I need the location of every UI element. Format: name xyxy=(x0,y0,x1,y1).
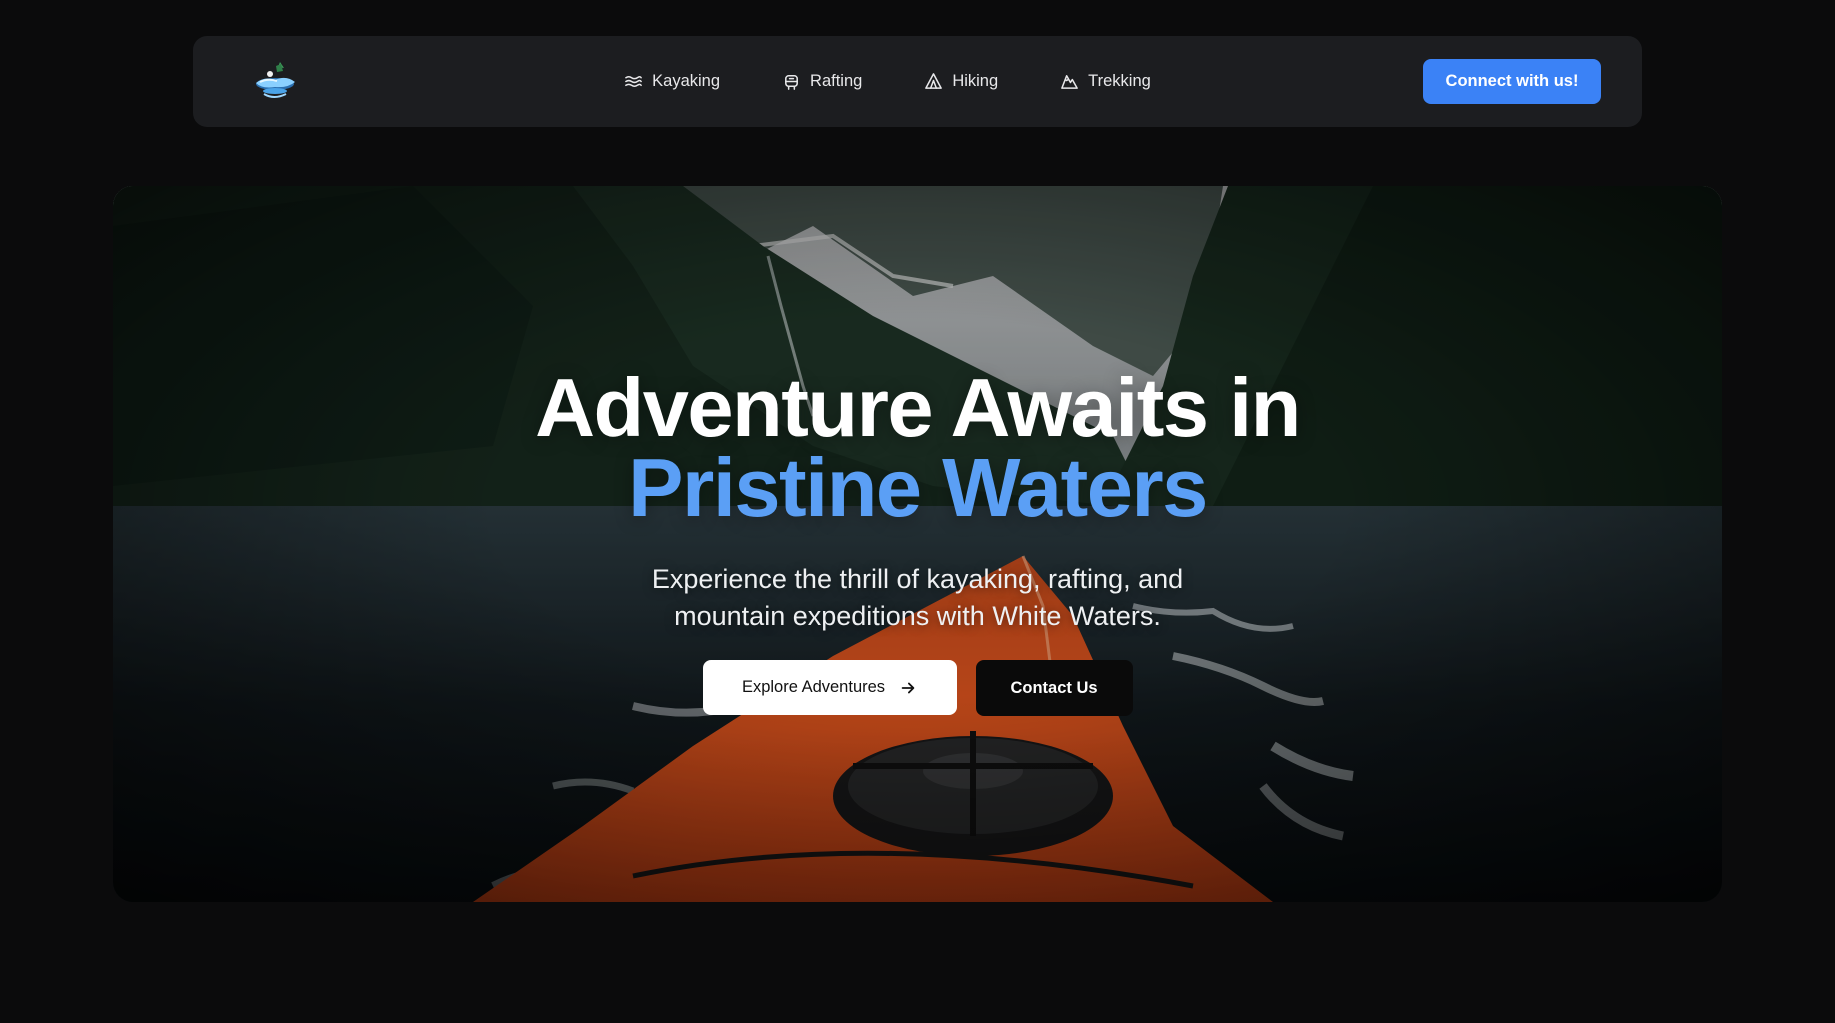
explore-adventures-button[interactable]: Explore Adventures xyxy=(702,660,957,715)
connect-with-us-button[interactable]: Connect with us! xyxy=(1423,59,1601,104)
hero-content: Adventure Awaits in Pristine Waters Expe… xyxy=(113,186,1722,902)
nav-item-hiking[interactable]: Hiking xyxy=(924,72,998,91)
hero-headline: Adventure Awaits in Pristine Waters xyxy=(113,361,1722,534)
hero-section: Adventure Awaits in Pristine Waters Expe… xyxy=(113,186,1722,902)
nav-item-rafting[interactable]: Rafting xyxy=(782,72,862,91)
explore-adventures-label: Explore Adventures xyxy=(741,678,886,696)
nav-item-label: Trekking xyxy=(1088,72,1151,90)
headline-line-2: Pristine Waters xyxy=(628,441,1208,534)
contact-us-button[interactable]: Contact Us xyxy=(975,660,1133,716)
nav-item-kayaking[interactable]: Kayaking xyxy=(624,72,720,91)
top-navbar: Kayaking Rafting Hiking Trekking Connect… xyxy=(193,36,1642,127)
headline-line-1: Adventure Awaits in xyxy=(535,361,1301,454)
hero-subtitle: Experience the thrill of kayaking, rafti… xyxy=(113,561,1722,635)
subtitle-line-2: mountain expeditions with White Waters. xyxy=(674,601,1161,631)
nav-item-trekking[interactable]: Trekking xyxy=(1060,72,1151,91)
mountain-icon xyxy=(1061,75,1079,89)
arrow-right-icon xyxy=(901,682,915,693)
raft-icon xyxy=(785,75,798,90)
subtitle-line-1: Experience the thrill of kayaking, rafti… xyxy=(651,564,1184,594)
nav-item-label: Rafting xyxy=(810,72,863,90)
tent-icon xyxy=(925,73,943,89)
nav-item-label: Hiking xyxy=(952,72,999,90)
waves-icon xyxy=(625,75,643,88)
nav-item-label: Kayaking xyxy=(652,72,721,90)
hero-cta-row: Explore Adventures Contact Us xyxy=(113,660,1722,716)
